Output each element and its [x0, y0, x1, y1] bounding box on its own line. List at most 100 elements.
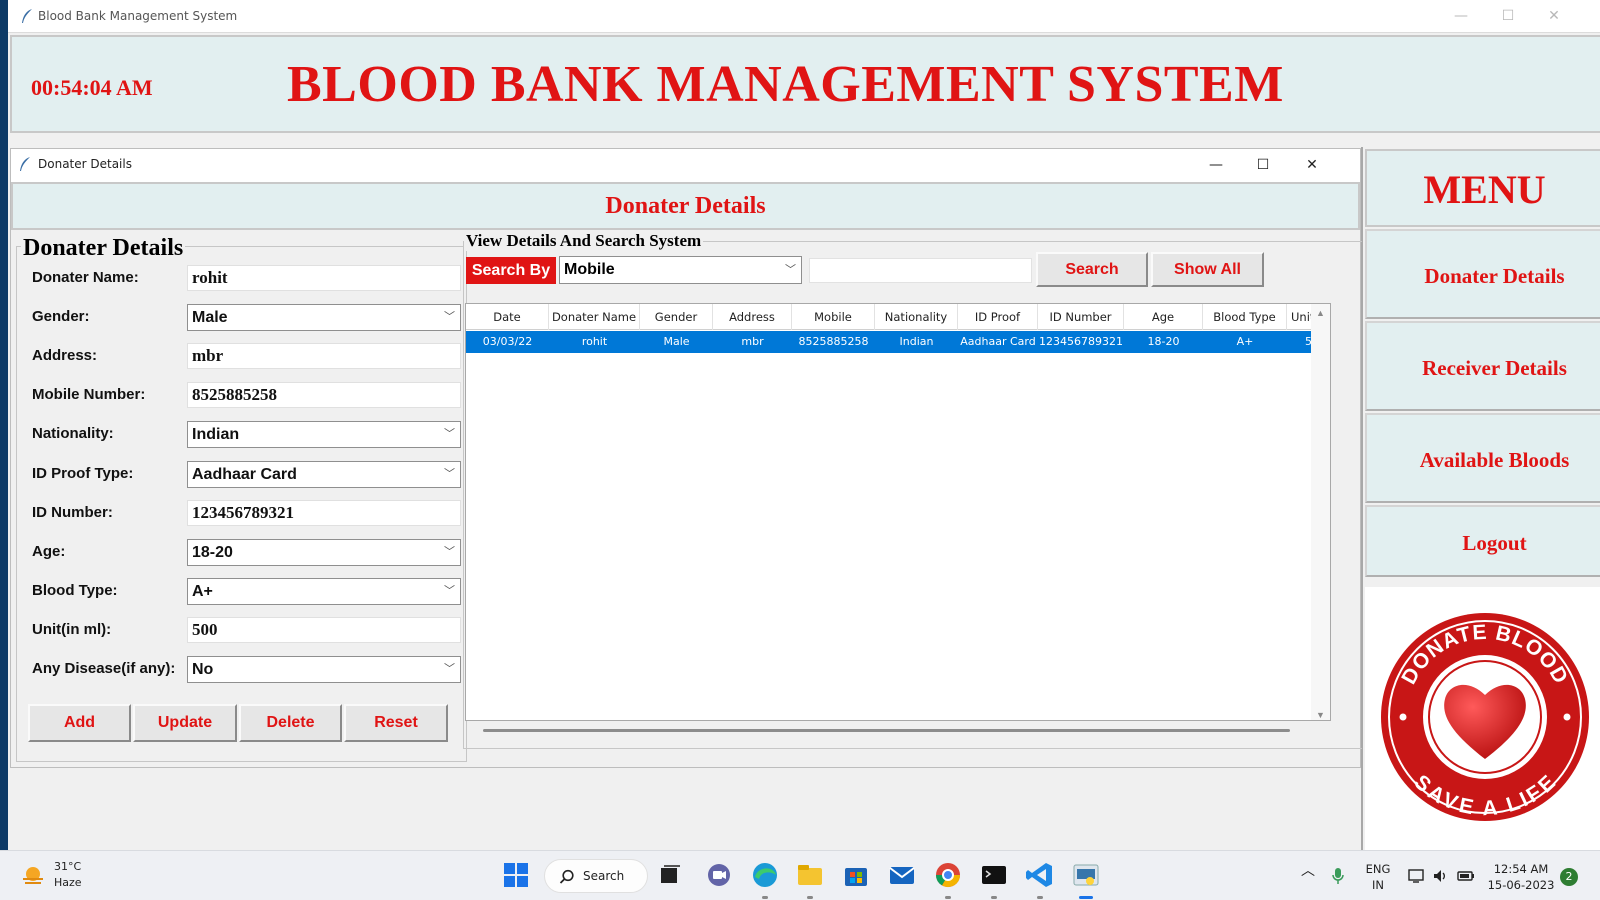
form-row-unit: Unit(in ml): 500: [17, 615, 468, 647]
cell-address: mbr: [741, 335, 764, 348]
weather-haze-icon[interactable]: [20, 863, 46, 889]
child-minimize-button[interactable]: —: [1193, 149, 1239, 182]
terminal-icon[interactable]: [978, 859, 1010, 891]
age-label: Age:: [32, 543, 66, 560]
id-number-input[interactable]: 123456789321: [187, 500, 461, 526]
microphone-icon[interactable]: [1331, 867, 1345, 885]
taskbar: 31°C Haze Search ︿ ENG IN 12:54 AM 15-06…: [0, 850, 1600, 900]
running-indicator: [945, 896, 951, 899]
form-legend: Donater Details: [21, 235, 186, 262]
column-header-gender[interactable]: Gender: [640, 304, 713, 330]
network-icon[interactable]: [1408, 868, 1426, 884]
mobile-input[interactable]: 8525885258: [187, 382, 461, 408]
column-header-donater-name[interactable]: Donater Name: [549, 304, 640, 330]
taskbar-search[interactable]: Search: [544, 859, 648, 893]
minimize-button[interactable]: —: [1438, 0, 1484, 33]
delete-button[interactable]: Delete: [239, 704, 342, 742]
language-indicator[interactable]: ENG IN: [1362, 861, 1394, 893]
column-header-date[interactable]: Date: [466, 304, 549, 330]
system-clock[interactable]: 12:54 AM 15-06-2023: [1486, 861, 1556, 893]
menu-item-receiver-details[interactable]: Receiver Details: [1365, 321, 1600, 411]
mobile-label: Mobile Number:: [32, 386, 146, 403]
blood-type-label: Blood Type:: [32, 582, 118, 599]
donater-name-input[interactable]: rohit: [187, 265, 461, 291]
child-maximize-button[interactable]: ☐: [1240, 149, 1286, 182]
age-select[interactable]: 18-20 ﹀: [187, 539, 461, 566]
column-header-id-proof[interactable]: ID Proof: [958, 304, 1038, 330]
menu-item-logout[interactable]: Logout: [1365, 505, 1600, 577]
running-indicator: [991, 896, 997, 899]
chrome-icon[interactable]: [932, 859, 964, 891]
show-all-button[interactable]: Show All: [1151, 252, 1264, 287]
id-proof-label: ID Proof Type:: [32, 465, 134, 482]
mail-icon[interactable]: [886, 859, 918, 891]
store-icon[interactable]: [840, 859, 872, 891]
menu-panel: MENU Donater Details Receiver Details Av…: [1361, 147, 1600, 850]
notification-badge[interactable]: 2: [1560, 868, 1578, 886]
form-row-id-number: ID Number: 123456789321: [17, 498, 468, 530]
nationality-select[interactable]: Indian ﹀: [187, 421, 461, 448]
table-row[interactable]: 03/03/22 rohit Male mbr 8525885258 India…: [466, 331, 1314, 353]
gender-select[interactable]: Male ﹀: [187, 304, 461, 331]
lang-top: ENG: [1365, 862, 1391, 876]
blood-type-select[interactable]: A+ ﹀: [187, 578, 461, 605]
close-button[interactable]: ✕: [1531, 0, 1577, 33]
taskbar-date: 15-06-2023: [1487, 878, 1555, 892]
column-header-unit[interactable]: Unit(: [1287, 304, 1314, 330]
search-by-select[interactable]: Mobile ﹀: [559, 256, 802, 284]
address-label: Address:: [32, 347, 98, 364]
add-button[interactable]: Add: [28, 704, 131, 742]
column-header-age[interactable]: Age: [1124, 304, 1203, 330]
horizontal-scrollbar[interactable]: [483, 729, 1290, 732]
column-header-mobile[interactable]: Mobile: [792, 304, 875, 330]
vertical-scrollbar[interactable]: ▲ ▼: [1311, 304, 1330, 720]
cell-id-proof: Aadhaar Card: [960, 335, 1036, 348]
blood-type-value: A+: [192, 583, 213, 600]
update-button[interactable]: Update: [133, 704, 237, 742]
chevron-down-icon: ﹀: [785, 264, 796, 276]
reset-button[interactable]: Reset: [344, 704, 448, 742]
weather-temp: 31°C: [54, 860, 82, 873]
task-view-icon[interactable]: [654, 859, 686, 891]
scroll-up-icon[interactable]: ▲: [1316, 308, 1325, 318]
weather-widget[interactable]: 31°C Haze: [54, 859, 82, 891]
chevron-up-icon[interactable]: ︿: [1301, 863, 1315, 879]
search-button[interactable]: Search: [1036, 252, 1148, 287]
file-explorer-icon[interactable]: [794, 859, 826, 891]
chevron-down-icon: ﹀: [444, 585, 455, 597]
menu-item-available-bloods[interactable]: Available Bloods: [1365, 413, 1600, 503]
disease-select[interactable]: No ﹀: [187, 656, 461, 683]
windows-start-icon[interactable]: [500, 859, 532, 891]
address-input[interactable]: mbr: [187, 343, 461, 369]
menu-item-donater-details[interactable]: Donater Details: [1365, 229, 1600, 319]
unit-input[interactable]: 500: [187, 617, 461, 643]
child-close-button[interactable]: ✕: [1289, 149, 1335, 182]
scroll-down-icon[interactable]: ▼: [1316, 710, 1325, 720]
cell-date: 03/03/22: [482, 335, 533, 348]
chat-icon[interactable]: [703, 859, 735, 891]
donater-table[interactable]: Date Donater Name Gender Address Mobile …: [465, 303, 1331, 721]
chevron-down-icon: ﹀: [444, 663, 455, 675]
battery-icon[interactable]: [1456, 868, 1476, 884]
form-row-disease: Any Disease(if any): No ﹀: [17, 654, 468, 686]
column-header-nationality[interactable]: Nationality: [875, 304, 958, 330]
cell-gender: Male: [663, 335, 690, 348]
form-row-mobile: Mobile Number: 8525885258: [17, 380, 468, 412]
column-header-blood-type[interactable]: Blood Type: [1203, 304, 1287, 330]
vscode-icon[interactable]: [1024, 859, 1056, 891]
id-proof-select[interactable]: Aadhaar Card ﹀: [187, 461, 461, 488]
running-indicator: [762, 896, 768, 899]
maximize-button[interactable]: ☐: [1485, 0, 1531, 33]
edge-browser-icon[interactable]: [749, 859, 781, 891]
search-input[interactable]: [809, 258, 1032, 283]
menu-title: MENU: [1365, 149, 1600, 227]
weather-desc: Haze: [54, 876, 82, 889]
cell-donater-name: rohit: [581, 335, 608, 348]
id-proof-value: Aadhaar Card: [192, 466, 297, 483]
python-app-icon[interactable]: [1070, 859, 1102, 891]
running-indicator: [807, 896, 813, 899]
column-header-id-number[interactable]: ID Number: [1038, 304, 1124, 330]
column-header-address[interactable]: Address: [713, 304, 792, 330]
search-icon: [559, 869, 574, 884]
volume-icon[interactable]: [1432, 868, 1450, 884]
